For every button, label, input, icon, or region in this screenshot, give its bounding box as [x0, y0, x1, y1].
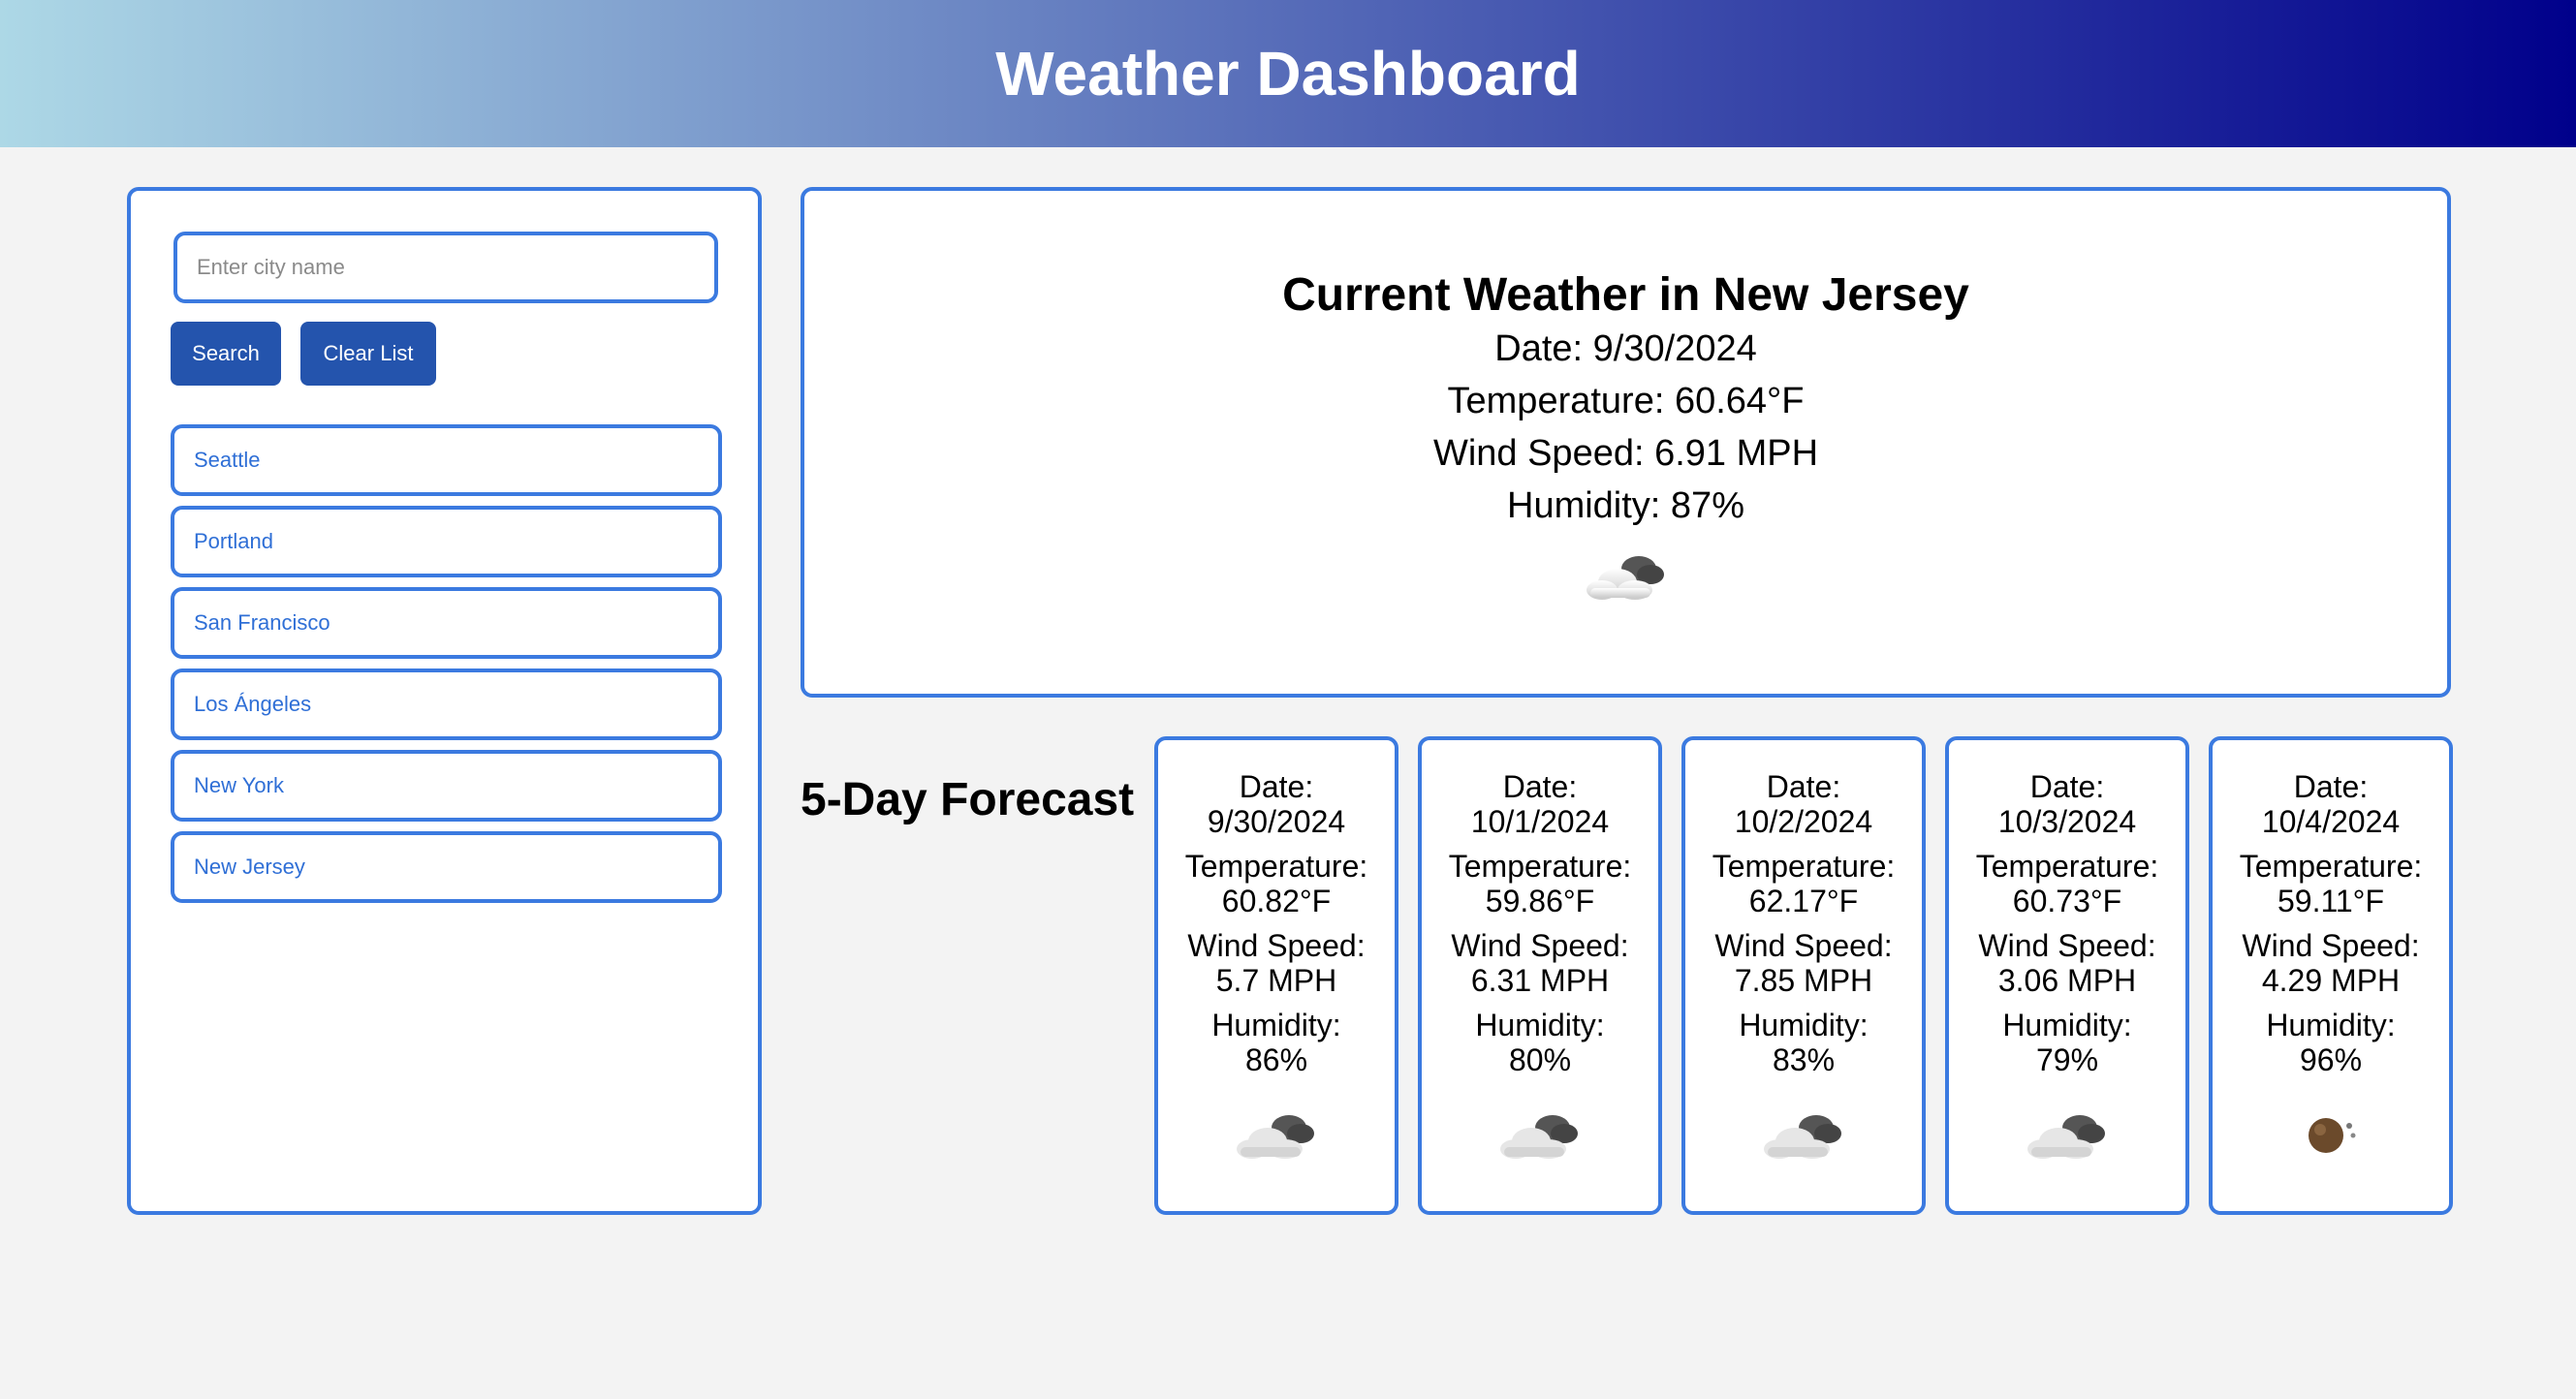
forecast-temp: 60.82°F — [1221, 884, 1332, 918]
forecast-humidity-label: Humidity: — [2266, 1008, 2396, 1042]
forecast-card: Date: 9/30/2024 Temperature: 60.82°F Wind … — [1154, 736, 1398, 1215]
current-humidity: Humidity: 87% — [1507, 485, 1744, 526]
forecast-date: 10/2/2024 — [1734, 804, 1873, 839]
forecast-date: 10/1/2024 — [1470, 804, 1610, 839]
city-button-portland[interactable]: Portland — [171, 506, 722, 577]
forecast-humidity: 86% — [1244, 1042, 1308, 1077]
forecast-wind: 4.29 MPH — [2261, 963, 2401, 998]
city-button-los-angeles[interactable]: Los Ángeles — [171, 668, 722, 740]
forecast-date-label: Date: — [1766, 769, 1841, 804]
forecast-date: 10/4/2024 — [2261, 804, 2401, 839]
forecast-date-label: Date: — [2029, 769, 2105, 804]
forecast-date: 10/3/2024 — [1997, 804, 2137, 839]
cloud-icon — [1237, 1115, 1314, 1159]
cloud-icon — [1764, 1115, 1841, 1159]
forecast-humidity: 79% — [2035, 1042, 2099, 1077]
cloud-icon — [2027, 1115, 2105, 1159]
forecast-humidity: 80% — [1508, 1042, 1572, 1077]
forecast-wind-label: Wind Speed: — [1451, 928, 1629, 963]
forecast-humidity-label: Humidity: — [1211, 1008, 1341, 1042]
current-weather-panel: Current Weather in New Jersey Date: 9/30… — [801, 187, 2451, 698]
forecast-temp-label: Temperature: — [2239, 849, 2423, 884]
forecast-card: Date: 10/3/2024 Temperature: 60.73°F Wind … — [1945, 736, 2189, 1215]
search-input[interactable] — [173, 232, 718, 303]
city-button-new-york[interactable]: New York — [171, 750, 722, 822]
forecast-humidity: 96% — [2299, 1042, 2363, 1077]
current-date: Date: 9/30/2024 — [1494, 328, 1757, 369]
search-button[interactable]: Search — [171, 322, 281, 386]
forecast-card: Date: 10/2/2024 Temperature: 62.17°F Wind … — [1681, 736, 1926, 1215]
forecast-temp-label: Temperature: — [1184, 849, 1368, 884]
forecast-temp: 59.11°F — [2277, 884, 2385, 918]
forecast-title: 5-Day Forecast — [801, 774, 1135, 825]
forecast-humidity-label: Humidity: — [2002, 1008, 2132, 1042]
forecast-humidity-label: Humidity: — [1739, 1008, 1869, 1042]
forecast-date: 9/30/2024 — [1207, 804, 1346, 839]
forecast-wind-label: Wind Speed: — [1978, 928, 2156, 963]
forecast-date-label: Date: — [1239, 769, 1314, 804]
forecast-wind-label: Wind Speed: — [1187, 928, 1366, 963]
page-title: Weather Dashboard — [995, 39, 1581, 109]
forecast-temp-label: Temperature: — [1975, 849, 2159, 884]
forecast-temp-label: Temperature: — [1448, 849, 1632, 884]
current-temperature: Temperature: 60.64°F — [1447, 381, 1805, 421]
current-wind-speed: Wind Speed: 6.91 MPH — [1432, 433, 1819, 474]
forecast-temp-label: Temperature: — [1712, 849, 1896, 884]
city-history-list: Seattle Portland San Francisco Los Ángel… — [171, 424, 722, 913]
forecast-humidity-label: Humidity: — [1475, 1008, 1605, 1042]
forecast-date-label: Date: — [2293, 769, 2369, 804]
forecast-wind-label: Wind Speed: — [1714, 928, 1893, 963]
forecast-card: Date: 10/4/2024 Temperature: 59.11°F Wind … — [2209, 736, 2453, 1215]
clear-list-button[interactable]: Clear List — [300, 322, 436, 386]
clear-night-icon — [2309, 1118, 2356, 1153]
forecast-temp: 60.73°F — [2012, 884, 2122, 918]
cloud-icon — [1500, 1115, 1578, 1159]
current-weather-title: Current Weather in New Jersey — [1282, 269, 1969, 321]
forecast-temp: 59.86°F — [1485, 884, 1595, 918]
header: Weather Dashboard — [0, 0, 2576, 147]
forecast-humidity: 83% — [1772, 1042, 1836, 1077]
city-button-seattle[interactable]: Seattle — [171, 424, 722, 496]
forecast-wind: 5.7 MPH — [1215, 963, 1337, 998]
sidebar: Search Clear List Seattle Portland San F… — [127, 187, 762, 1215]
forecast-temp: 62.17°F — [1748, 884, 1859, 918]
forecast-wind: 7.85 MPH — [1734, 963, 1873, 998]
cloud-icon — [1586, 556, 1664, 600]
city-button-san-francisco[interactable]: San Francisco — [171, 587, 722, 659]
forecast-wind: 6.31 MPH — [1470, 963, 1610, 998]
forecast-wind-label: Wind Speed: — [2242, 928, 2420, 963]
forecast-date-label: Date: — [1502, 769, 1578, 804]
forecast-card: Date: 10/1/2024 Temperature: 59.86°F Wind … — [1418, 736, 1662, 1215]
forecast-wind: 3.06 MPH — [1997, 963, 2137, 998]
city-button-new-jersey[interactable]: New Jersey — [171, 831, 722, 903]
